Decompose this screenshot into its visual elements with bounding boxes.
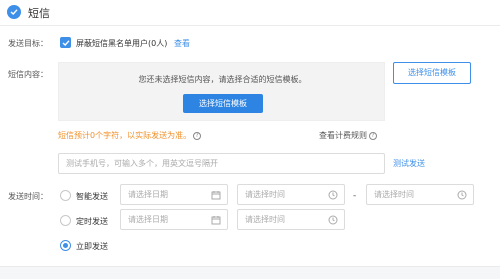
test-phone-input[interactable]: 测试手机号，可输入多个，用英文逗号隔开 (58, 153, 385, 174)
help-icon[interactable]: ? (193, 131, 202, 140)
smart-send-end-time-input[interactable]: 请选择时间 (366, 184, 474, 205)
calendar-icon (211, 191, 221, 200)
send-time-label: 发送时间： (8, 192, 48, 201)
block-blacklist-checkbox[interactable] (60, 37, 71, 48)
date-placeholder: 请选择日期 (128, 190, 168, 199)
time-placeholder: 请选择时间 (374, 190, 414, 199)
block-blacklist-label: 屏蔽短信黑名单用户(0人) (76, 39, 168, 48)
clock-icon (328, 190, 338, 200)
section-title: 短信 (28, 7, 50, 20)
calendar-icon (211, 216, 221, 225)
char-estimate-text: 短信预计0个字符，以实际发送为准。 (58, 131, 192, 140)
time-placeholder: 请选择时间 (245, 190, 285, 199)
view-blacklist-link[interactable]: 查看 (174, 38, 190, 49)
send-now-radio[interactable] (60, 240, 71, 251)
time-placeholder: 请选择时间 (245, 215, 285, 224)
billing-rules-link[interactable]: 查看计费规则 (319, 131, 367, 140)
select-template-button[interactable]: 选择短信模板 (183, 94, 263, 113)
smart-send-label: 智能发送 (76, 192, 108, 201)
scheduled-send-date-input[interactable]: 请选择日期 (120, 209, 228, 230)
date-placeholder: 请选择日期 (128, 215, 168, 224)
select-template-side-button[interactable]: 选择短信模板 (393, 62, 471, 84)
test-send-link[interactable]: 测试发送 (393, 158, 425, 169)
clock-icon (328, 215, 338, 225)
smart-send-radio[interactable] (60, 190, 71, 201)
bottom-bar (0, 266, 500, 279)
section-header: 短信 (0, 0, 500, 26)
sms-content-label: 短信内容： (8, 70, 48, 79)
smart-send-start-time-input[interactable]: 请选择时间 (237, 184, 345, 205)
smart-send-date-input[interactable]: 请选择日期 (120, 184, 228, 205)
scheduled-send-label: 定时发送 (76, 217, 108, 226)
scheduled-send-time-input[interactable]: 请选择时间 (237, 209, 345, 230)
test-phone-placeholder: 测试手机号，可输入多个，用英文逗号隔开 (66, 159, 218, 168)
char-estimate-hint: 短信预计0个字符，以实际发送为准。? (58, 130, 202, 141)
sms-content-box: 您还未选择短信内容，请选择合适的短信模板。 选择短信模板 (58, 62, 385, 121)
range-separator: - (353, 191, 357, 201)
help-icon[interactable]: ? (369, 131, 377, 140)
check-circle-icon (7, 5, 21, 19)
scheduled-send-radio[interactable] (60, 215, 71, 226)
billing-rules[interactable]: 查看计费规则? (319, 130, 377, 141)
clock-icon (457, 190, 467, 200)
send-now-label: 立即发送 (76, 242, 108, 251)
send-target-label: 发送目标： (8, 39, 48, 48)
empty-content-text: 您还未选择短信内容，请选择合适的短信模板。 (138, 75, 307, 84)
